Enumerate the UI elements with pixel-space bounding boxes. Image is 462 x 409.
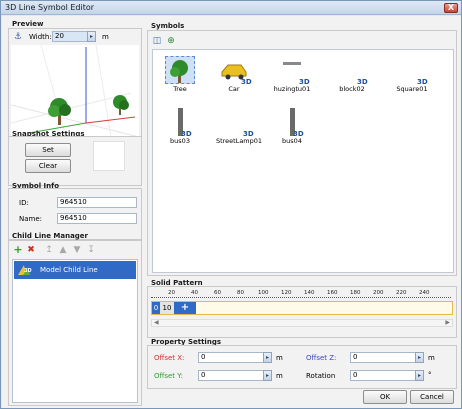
symbol-label: StreetLamp01: [215, 137, 263, 145]
pattern-cell-1[interactable]: 10: [160, 302, 174, 314]
offset-z-label: Offset Z:: [306, 354, 337, 362]
scroll-right-icon[interactable]: ▶: [445, 319, 450, 326]
name-label: Name:: [19, 215, 43, 223]
scroll-left-icon[interactable]: ◀: [154, 319, 159, 326]
snapshot-group: Set Clear: [8, 136, 142, 186]
symbol-label: bus03: [170, 137, 190, 145]
symbol-label: Tree: [173, 85, 187, 93]
move-down-icon[interactable]: ▼: [72, 245, 82, 255]
move-up-icon[interactable]: ▲: [58, 245, 68, 255]
symbols-panel: Tree 3D Car 3D huzingtu01 3D block02 3D …: [152, 49, 454, 273]
offset-z-input[interactable]: 0: [350, 352, 416, 363]
width-label: Width:: [29, 33, 52, 41]
close-button[interactable]: X: [444, 3, 458, 13]
name-field[interactable]: 964510: [57, 213, 137, 224]
symbol-label: bus04: [282, 137, 302, 145]
symbol-label: block02: [339, 85, 365, 93]
dialog-window: 3D Line Symbol Editor X Preview ⚓ Width:…: [0, 0, 462, 409]
preview-canvas[interactable]: [11, 45, 139, 137]
solid-pattern-group: 20 40 60 80 100 120 140 160 180 200 220 …: [147, 286, 457, 338]
rotation-label: Rotation: [306, 372, 336, 380]
model-child-icon: 3D: [16, 263, 34, 277]
symbol-label: Car: [228, 85, 240, 93]
child-item-label: Model Child Line: [40, 266, 98, 274]
offset-z-spin-icon[interactable]: ▸: [415, 352, 424, 363]
symbols-title: Symbols: [151, 22, 185, 30]
pattern-cell-0[interactable]: 0: [152, 302, 160, 314]
offset-y-unit: m: [276, 372, 283, 380]
id-label: ID:: [19, 199, 29, 207]
add-pattern-button[interactable]: +: [174, 302, 196, 314]
window-title: 3D Line Symbol Editor: [5, 3, 95, 12]
pattern-ruler: 20 40 60 80 100 120 140 160 180 200 220 …: [151, 290, 453, 300]
symbol-bus04[interactable]: 3D bus04: [269, 106, 315, 150]
symbol-bus03[interactable]: 3D bus03: [157, 106, 203, 150]
rotation-spin-icon[interactable]: ▸: [415, 370, 424, 381]
offset-x-label: Offset X:: [154, 354, 185, 362]
child-manager-title: Child Line Manager: [12, 232, 89, 240]
symbol-label: Square01: [396, 85, 428, 93]
symbols-group: ◫ ⊕ Tree 3D Car 3D huzingtu01 3D block02…: [147, 30, 457, 276]
symbol-block02[interactable]: 3D block02: [329, 54, 375, 98]
symbol-huzingtu01[interactable]: 3D huzingtu01: [269, 54, 315, 98]
offset-x-unit: m: [276, 354, 283, 362]
tree-thumb-icon: [165, 56, 195, 84]
clear-button[interactable]: Clear: [25, 159, 71, 173]
id-field[interactable]: 964510: [57, 197, 137, 208]
symbol-label: huzingtu01: [273, 85, 311, 93]
cancel-button[interactable]: Cancel: [410, 390, 454, 404]
symbol-tree[interactable]: Tree: [157, 54, 203, 98]
add-child-icon[interactable]: +: [13, 244, 23, 255]
title-bar[interactable]: 3D Line Symbol Editor X: [1, 1, 461, 15]
snapshot-thumbnail: [93, 141, 125, 171]
symbol-library-icon[interactable]: ◫: [152, 36, 162, 46]
pattern-track[interactable]: 0 10 +: [151, 301, 453, 315]
width-spin-icon[interactable]: ▸: [87, 31, 96, 42]
move-bottom-icon[interactable]: ↧: [86, 245, 96, 255]
symbol-square01[interactable]: 3D Square01: [389, 54, 435, 98]
child-list-item[interactable]: 3D Model Child Line: [14, 261, 136, 279]
ok-button[interactable]: OK: [363, 390, 407, 404]
preview-title: Preview: [12, 20, 44, 28]
set-button[interactable]: Set: [25, 143, 71, 157]
camera-reset-icon[interactable]: ⚓: [13, 32, 23, 42]
dialog-body: Preview ⚓ Width: 20 ▸ m Snapshot Setting…: [2, 16, 461, 408]
offset-x-spin-icon[interactable]: ▸: [263, 352, 272, 363]
delete-child-icon[interactable]: ✖: [26, 245, 36, 255]
child-manager-group: + ✖ ↥ ▲ ▼ ↧ 3D Model Child Line: [8, 240, 142, 406]
offset-z-unit: m: [428, 354, 435, 362]
pattern-scrollbar[interactable]: ◀ ▶: [151, 319, 453, 327]
offset-y-input[interactable]: 0: [198, 370, 264, 381]
child-list: 3D Model Child Line: [12, 259, 138, 403]
property-group: Offset X: 0 ▸ m Offset Z: 0 ▸ m Offset Y…: [147, 345, 457, 389]
offset-y-spin-icon[interactable]: ▸: [263, 370, 272, 381]
preview-group: ⚓ Width: 20 ▸ m: [8, 28, 142, 140]
symbol-streetlamp01[interactable]: 3D StreetLamp01: [211, 106, 267, 150]
offset-y-label: Offset Y:: [154, 372, 183, 380]
width-unit: m: [102, 33, 109, 41]
add-symbol-icon[interactable]: ⊕: [166, 36, 176, 46]
rotation-unit: °: [428, 371, 432, 379]
symbol-car[interactable]: 3D Car: [211, 54, 257, 98]
width-input[interactable]: 20: [52, 31, 88, 42]
rotation-input[interactable]: 0: [350, 370, 416, 381]
offset-x-input[interactable]: 0: [198, 352, 264, 363]
move-top-icon[interactable]: ↥: [44, 245, 54, 255]
